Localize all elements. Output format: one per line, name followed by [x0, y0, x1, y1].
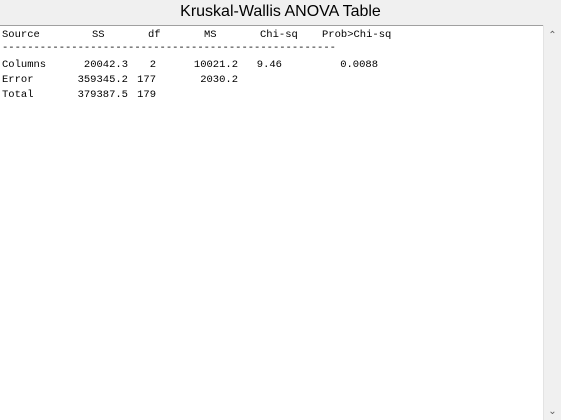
cell-ms: 2030.2: [200, 74, 238, 86]
table-row: Total 379387.5 179: [2, 88, 422, 103]
cell-df: 177: [137, 74, 156, 86]
anova-table-text-area[interactable]: Source SS df MS Chi-sq Prob>Chi-sq -----…: [0, 25, 543, 420]
vertical-scrollbar[interactable]: ⌃ ⌄: [543, 25, 561, 420]
cell-prob-chi-sq: 0.0088: [340, 59, 378, 71]
window-title: Kruskal-Wallis ANOVA Table: [180, 3, 381, 20]
cell-source: Total: [2, 89, 34, 101]
cell-ms: 10021.2: [193, 59, 238, 71]
cell-chi-sq: 9.46: [256, 59, 282, 71]
chevron-up-icon[interactable]: ⌃: [544, 27, 561, 44]
table-row: Error 359345.2 177 2030.2: [2, 73, 422, 88]
cell-ss: 359345.2: [77, 74, 128, 86]
cell-ss: 379387.5: [77, 89, 128, 101]
table-separator: ----------------------------------------…: [2, 42, 336, 54]
kruskal-wallis-window: Kruskal-Wallis ANOVA Table Source SS df …: [0, 0, 561, 420]
cell-ss: 20042.3: [83, 59, 128, 71]
cell-source: Error: [2, 74, 34, 86]
table-row: Columns 20042.3 2 10021.2 9.46 0.0088: [2, 58, 422, 73]
cell-df: 2: [149, 59, 156, 71]
cell-source: Columns: [2, 59, 47, 71]
cell-df: 179: [137, 89, 156, 101]
chevron-down-icon[interactable]: ⌄: [544, 403, 561, 420]
